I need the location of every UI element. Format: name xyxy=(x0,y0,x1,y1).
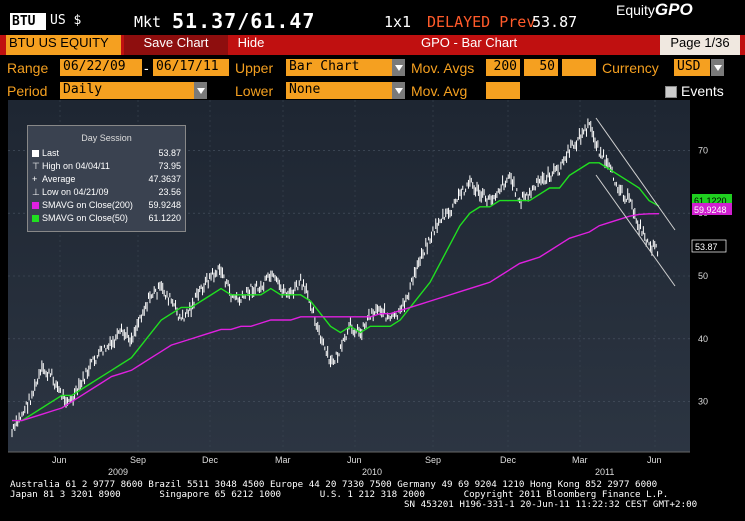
upper-select[interactable]: Bar Chart xyxy=(286,59,392,76)
mov-avg-label: Mov. Avg xyxy=(411,83,468,99)
lower-select[interactable]: None xyxy=(286,82,392,99)
range-end-field[interactable]: 06/17/11 xyxy=(153,59,229,76)
legend-sma50-value: 61.1220 xyxy=(148,213,181,223)
events-checkbox[interactable] xyxy=(665,86,677,98)
mov-avg-1-field[interactable]: 200 xyxy=(486,59,520,76)
x-tick-label: Mar xyxy=(572,455,588,465)
period-select[interactable]: Daily xyxy=(60,82,194,99)
hide-button[interactable]: Hide xyxy=(234,35,268,55)
x-tick-label: Sep xyxy=(130,455,146,465)
legend-average-label: + Average xyxy=(32,174,76,184)
market-price: 51.37/61.47 xyxy=(172,9,316,33)
legend-last-label: Last xyxy=(32,147,59,159)
legend-low-label: ⊥ Low on 04/21/09 xyxy=(32,187,109,197)
legend-sma50-label: SMAVG on Close(50) xyxy=(32,212,128,224)
currency-dropdown-arrow-icon[interactable] xyxy=(711,59,724,76)
period-label: Period xyxy=(7,83,48,99)
period-dropdown-arrow-icon[interactable] xyxy=(194,82,207,99)
y-tick-label: 40 xyxy=(698,334,708,344)
footer-line-3: SN 453201 H196-331-1 20-Jun-11 11:22:32 … xyxy=(404,499,698,510)
mov-avg-2-field[interactable]: 50 xyxy=(524,59,558,76)
y-tick-label: 30 xyxy=(698,397,708,407)
high-icon: ⊤ xyxy=(32,161,40,171)
market-label: Mkt xyxy=(134,13,162,31)
upper-dropdown-arrow-icon[interactable] xyxy=(392,59,405,76)
price-tags: 61.1220 59.9248 53.87 xyxy=(691,194,732,253)
prev-value: 53.87 xyxy=(532,13,578,31)
legend-box: Day Session Last 53.87 ⊤ High on 04/04/11… xyxy=(27,125,186,232)
range-start-field[interactable]: 06/22/09 xyxy=(60,59,142,76)
y-tick-label: 50 xyxy=(698,271,708,281)
legend-high-value: 73.95 xyxy=(158,161,181,171)
x-year-label: 2010 xyxy=(362,467,382,477)
legend-last-value: 53.87 xyxy=(158,148,181,158)
average-icon: + xyxy=(32,174,38,184)
upper-label: Upper xyxy=(235,60,274,76)
header-bar: BTU US $ Mkt 51.37/61.47 1x1 DELAYED Pre… xyxy=(0,0,745,34)
brand-suffix: GPO xyxy=(654,0,693,19)
ticker-field[interactable]: BTU xyxy=(10,13,46,30)
last-price-tag-label: 53.87 xyxy=(695,242,718,252)
save-chart-button[interactable]: Save Chart xyxy=(124,35,228,55)
delayed-prev-label: DELAYED Prev xyxy=(427,13,536,31)
ticker-currency: US $ xyxy=(50,13,82,28)
lower-label: Lower xyxy=(235,83,274,99)
legend-last-swatch xyxy=(32,150,39,158)
y-tick-label: 70 xyxy=(698,145,708,155)
events-label: Events xyxy=(681,83,724,99)
function-bar: BTU US EQUITY Save Chart Hide GPO - Bar … xyxy=(0,35,745,55)
sma200-tag-label: 59.9248 xyxy=(694,205,727,215)
x-year-label: 2011 xyxy=(595,467,614,477)
legend-sma200-value: 59.9248 xyxy=(148,200,181,210)
x-tick-label: Jun xyxy=(347,455,362,465)
lower-dropdown-arrow-icon[interactable] xyxy=(392,82,405,99)
y-axis: 3040506070 xyxy=(698,145,708,406)
security-tab[interactable]: BTU US EQUITY xyxy=(6,35,121,55)
range-separator: - xyxy=(144,60,149,76)
currency-label: Currency xyxy=(602,60,659,76)
page-indicator[interactable]: Page 1/36 xyxy=(660,35,740,55)
mov-avg-3-field[interactable] xyxy=(562,59,596,76)
chart-title: GPO - Bar Chart xyxy=(421,35,518,50)
legend-high-label: ⊤ High on 04/04/11 xyxy=(32,161,110,171)
mov-avg-lower-field[interactable] xyxy=(486,82,520,99)
market-size: 1x1 xyxy=(384,13,412,31)
currency-select[interactable]: USD xyxy=(674,59,710,76)
low-icon: ⊥ xyxy=(32,187,40,197)
mov-avgs-label: Mov. Avgs xyxy=(411,60,475,76)
legend-average-value: 47.3637 xyxy=(148,174,181,184)
brand-logo: EquityGPO xyxy=(616,0,693,20)
x-tick-label: Jun xyxy=(647,455,662,465)
footer: Australia 61 2 9777 8600 Brazil 5511 304… xyxy=(0,480,745,510)
x-tick-label: Dec xyxy=(500,455,517,465)
x-tick-label: Jun xyxy=(52,455,67,465)
x-tick-label: Sep xyxy=(425,455,441,465)
legend-sma200-label: SMAVG on Close(200) xyxy=(32,199,133,211)
legend-low-value: 23.56 xyxy=(158,187,181,197)
x-year-label: 2009 xyxy=(108,467,128,477)
legend-title: Day Session xyxy=(81,133,132,143)
x-tick-label: Dec xyxy=(202,455,219,465)
legend-sma200-swatch xyxy=(32,202,39,210)
range-label: Range xyxy=(7,60,49,76)
legend-sma50-swatch xyxy=(32,215,39,223)
brand-prefix: Equity xyxy=(616,2,655,18)
x-tick-label: Mar xyxy=(275,455,291,465)
